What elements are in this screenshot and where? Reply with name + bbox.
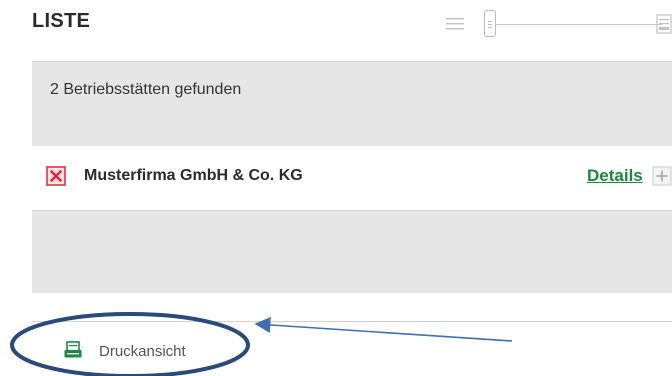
printer-icon bbox=[64, 341, 82, 358]
slider-handle[interactable] bbox=[484, 10, 496, 37]
print-view-label: Druckansicht bbox=[99, 343, 186, 360]
results-count-bar: 2 Betriebsstätten gefunden bbox=[32, 61, 672, 146]
company-name: Musterfirma GmbH & Co. KG bbox=[84, 167, 303, 184]
plus-box-icon[interactable] bbox=[652, 166, 672, 186]
results-count: 2 Betriebsstätten gefunden bbox=[50, 81, 242, 98]
close-box-icon[interactable] bbox=[46, 166, 66, 186]
divider bbox=[32, 321, 672, 322]
list-icon[interactable] bbox=[446, 16, 464, 32]
tile-icon[interactable] bbox=[656, 14, 672, 34]
details-link[interactable]: Details bbox=[587, 166, 643, 186]
view-slider[interactable] bbox=[446, 10, 672, 40]
slider-track[interactable] bbox=[486, 24, 662, 25]
result-list-page: LISTE 2 Betriebsstätten gefunden Musterf… bbox=[0, 0, 672, 376]
empty-panel bbox=[32, 211, 672, 293]
list-item: Musterfirma GmbH & Co. KG Details bbox=[32, 146, 672, 211]
annotation-arrow bbox=[254, 316, 513, 342]
page-title: LISTE bbox=[32, 10, 91, 32]
